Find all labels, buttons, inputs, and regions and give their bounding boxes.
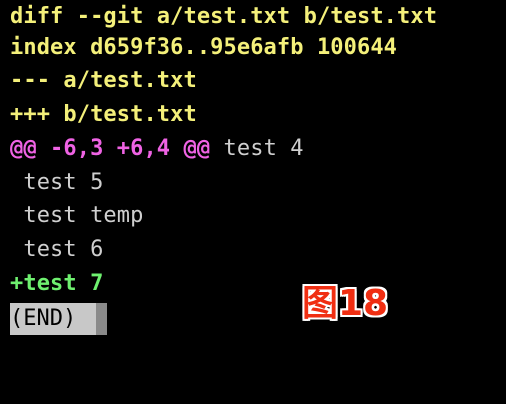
pager-end-marker: (END): [10, 303, 107, 335]
terminal-cursor[interactable]: [96, 303, 107, 335]
diff-new-file-line: +++ b/test.txt: [10, 102, 197, 127]
terminal-output: diff --git a/test.txt b/test.txt index d…: [10, 0, 500, 404]
diff-index-line: index d659f36..95e6afb 100644: [10, 35, 398, 60]
added-line: +test 7: [10, 271, 104, 296]
hunk-context: test 4: [210, 136, 304, 161]
context-line: test 5: [10, 170, 104, 195]
diff-header-line: diff --git a/test.txt b/test.txt: [10, 4, 438, 29]
context-line: test 6: [10, 237, 104, 262]
hunk-range: @@ -6,3 +6,4 @@: [10, 136, 211, 161]
figure-label: 图18: [302, 283, 389, 324]
context-line: test temp: [10, 203, 144, 228]
hunk-header-line: @@ -6,3 +6,4 @@ test 4: [10, 132, 304, 166]
diff-old-file-line: --- a/test.txt: [10, 68, 197, 93]
